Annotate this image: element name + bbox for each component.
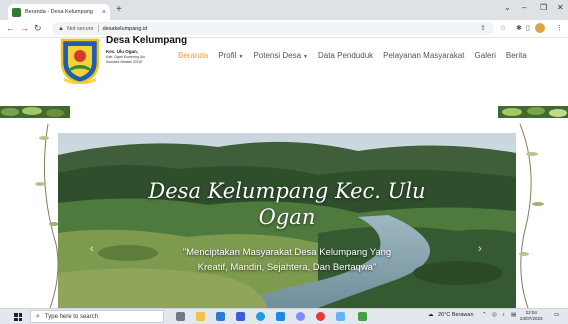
close-window-button[interactable]: ✕ bbox=[557, 3, 564, 12]
nav-pelayanan[interactable]: Pelayanan Masyarakat bbox=[383, 51, 464, 60]
language-icon[interactable]: ▤ bbox=[511, 312, 516, 318]
minimize-button[interactable]: – bbox=[522, 3, 526, 12]
photos-icon[interactable] bbox=[336, 312, 345, 321]
share-icon[interactable]: ⇪ bbox=[480, 24, 486, 33]
leaf-decoration-right bbox=[498, 106, 568, 118]
village-logo[interactable] bbox=[58, 38, 102, 84]
nav-pelayanan-label: Pelayanan Masyarakat bbox=[383, 51, 465, 60]
reload-icon[interactable]: ↻ bbox=[34, 23, 42, 34]
site-favicon-icon bbox=[12, 7, 21, 17]
back-icon[interactable]: ← bbox=[6, 23, 15, 34]
taskbar-search-placeholder: Type here to search bbox=[44, 313, 98, 320]
main-nav: Beranda Profil ▼ Potensi Desa ▼ Data Pendu… bbox=[178, 51, 537, 60]
chevron-down-icon: ▼ bbox=[238, 54, 244, 60]
omnibox-divider bbox=[97, 25, 99, 32]
brand-name: Desa Kelumpang bbox=[106, 35, 188, 46]
app-icon[interactable] bbox=[296, 312, 305, 321]
slider-next-icon[interactable]: › bbox=[478, 243, 482, 255]
maximize-button[interactable]: ❐ bbox=[540, 3, 547, 12]
nav-galeri-label: Galeri bbox=[474, 51, 496, 60]
file-explorer-icon[interactable] bbox=[196, 312, 205, 321]
nav-profil-label: Profil bbox=[218, 51, 237, 60]
brand-province: Sumatra Selatan 32187 bbox=[106, 60, 143, 64]
nav-berita-label: Berita bbox=[505, 51, 527, 60]
browser-window: Beranda - Desa Kelumpang × + ⌄ – ❐ ✕ ← →… bbox=[0, 0, 568, 324]
new-tab-button[interactable]: + bbox=[116, 5, 122, 15]
word-icon[interactable] bbox=[236, 312, 245, 321]
nav-berita[interactable]: Berita bbox=[506, 51, 527, 60]
brand-district: Kec. Ulu Ogan, bbox=[106, 49, 139, 54]
warning-icon: ▲ bbox=[58, 25, 64, 32]
sidepanel-icon[interactable]: ▯ bbox=[526, 24, 530, 33]
browser-tab[interactable]: Beranda - Desa Kelumpang × bbox=[8, 4, 110, 20]
weather-text[interactable]: 26°C Berawan bbox=[438, 312, 474, 318]
hero-section: Desa Kelumpang Kec. Ulu Ogan "Menciptaka… bbox=[0, 106, 568, 308]
windows-start-icon[interactable] bbox=[14, 313, 22, 321]
nav-potensi-label: Potensi Desa bbox=[253, 51, 302, 60]
forward-icon[interactable]: → bbox=[20, 23, 29, 34]
windows-taskbar: ⌕ Type here to search ☁ 26°C Berawan ⌃ ◎… bbox=[0, 308, 568, 324]
nav-potensi-desa[interactable]: Potensi Desa ▼ bbox=[253, 51, 308, 60]
hero-slider[interactable]: Desa Kelumpang Kec. Ulu Ogan "Menciptaka… bbox=[58, 133, 516, 308]
taskbar-search-box[interactable]: ⌕ Type here to search bbox=[30, 310, 164, 323]
site-header: Desa Kelumpang Kec. Ulu Ogan, Kab. Ogan … bbox=[0, 35, 568, 106]
network-icon[interactable]: ◎ bbox=[492, 312, 497, 318]
nav-galeri[interactable]: Galeri bbox=[475, 51, 496, 60]
nav-beranda-label: Beranda bbox=[178, 51, 209, 60]
address-bar[interactable]: ▲ Not secure desakelumpang.id bbox=[52, 22, 494, 35]
browser-toolbar: ← → ↻ ▲ Not secure desakelumpang.id ⇪ ☆ … bbox=[0, 20, 568, 38]
tray-chevron-icon[interactable]: ⌃ bbox=[482, 312, 487, 318]
menu-kebab-icon[interactable]: ⋮ bbox=[556, 24, 563, 33]
edge-icon[interactable] bbox=[256, 312, 265, 321]
clock-date: 24/07/2023 bbox=[520, 316, 543, 321]
nav-data-penduduk-label: Data Penduduk bbox=[317, 51, 374, 60]
hero-title-line2: Ogan bbox=[258, 205, 316, 229]
taskbar-clock[interactable]: 22:04 24/07/2023 bbox=[520, 310, 543, 322]
security-label: Not secure bbox=[66, 25, 94, 32]
vine-decoration-right bbox=[519, 124, 544, 308]
url-text: desakelumpang.id bbox=[102, 25, 148, 32]
leaf-decoration-left bbox=[0, 106, 70, 118]
chrome-icon[interactable] bbox=[316, 312, 325, 321]
extensions-icon[interactable]: ✱ bbox=[516, 24, 522, 33]
store-icon[interactable] bbox=[216, 312, 225, 321]
star-icon[interactable]: ☆ bbox=[500, 24, 506, 33]
hero-subtitle-line1: "Menciptakan Masyarakat Desa Kelumpang Y… bbox=[182, 247, 392, 258]
slider-prev-icon[interactable]: ‹ bbox=[90, 243, 94, 255]
nav-beranda[interactable]: Beranda bbox=[178, 51, 208, 60]
hero-subtitle-line2: Kreatif, Mandiri, Sejahtera, Dan Bertaqw… bbox=[197, 262, 377, 273]
tab-close-icon[interactable]: × bbox=[102, 9, 106, 16]
volume-icon[interactable]: ♪ bbox=[502, 312, 505, 318]
tab-search-icon[interactable]: ⌄ bbox=[504, 3, 511, 12]
nav-profil[interactable]: Profil ▼ bbox=[218, 51, 243, 60]
search-icon: ⌕ bbox=[36, 312, 40, 320]
vpn-icon[interactable] bbox=[358, 312, 367, 321]
tab-title: Beranda - Desa Kelumpang bbox=[25, 9, 93, 15]
mail-icon[interactable] bbox=[276, 312, 285, 321]
brand-regency: Kab. Ogan Komering Ulu, bbox=[106, 55, 146, 59]
notification-icon[interactable]: ▭ bbox=[554, 312, 559, 318]
profile-avatar[interactable] bbox=[535, 23, 545, 33]
task-view-icon[interactable] bbox=[176, 312, 185, 321]
chevron-down-icon: ▼ bbox=[303, 54, 308, 60]
nav-data-penduduk[interactable]: Data Penduduk bbox=[318, 51, 373, 60]
weather-icon[interactable]: ☁ bbox=[428, 312, 434, 318]
tab-strip: Beranda - Desa Kelumpang × + ⌄ – ❐ ✕ bbox=[0, 0, 568, 20]
hero-title-line1: Desa Kelumpang Kec. Ulu bbox=[148, 179, 426, 203]
brand-block: Desa Kelumpang Kec. Ulu Ogan, Kab. Ogan … bbox=[106, 35, 188, 65]
